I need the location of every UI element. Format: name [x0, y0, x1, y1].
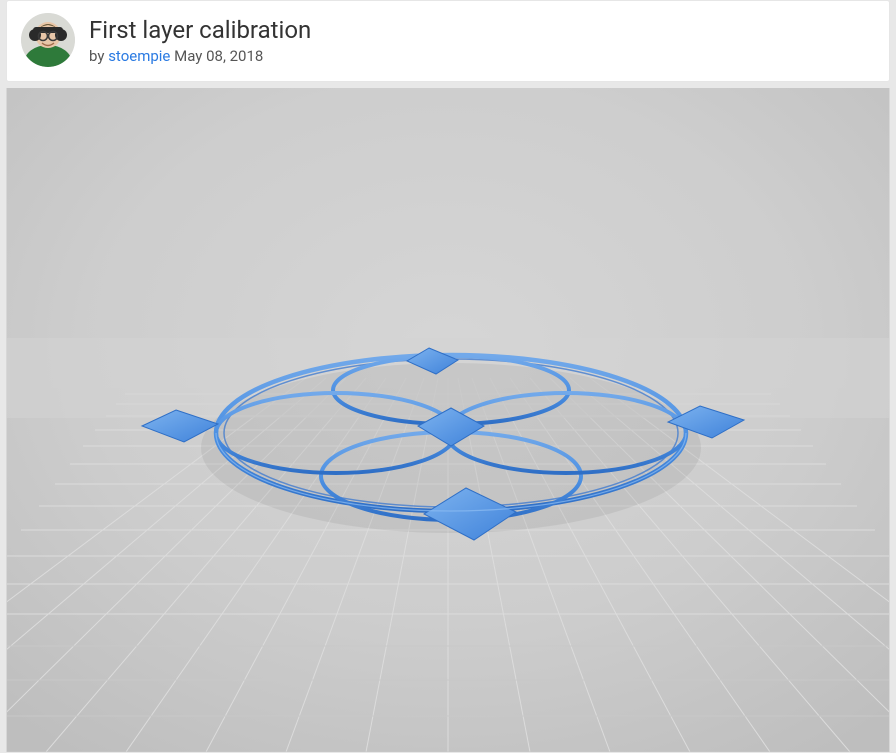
item-title: First layer calibration — [89, 15, 875, 45]
by-label: by — [89, 47, 104, 65]
author-avatar[interactable] — [21, 13, 75, 67]
model-preview-canvas — [7, 88, 889, 752]
item-header: First layer calibration by stoempie May … — [6, 0, 890, 82]
avatar-image — [21, 13, 75, 67]
item-byline: by stoempie May 08, 2018 — [89, 47, 875, 65]
author-link[interactable]: stoempie — [108, 47, 170, 65]
model-viewer[interactable] — [6, 88, 890, 752]
publish-date: May 08, 2018 — [174, 47, 263, 65]
